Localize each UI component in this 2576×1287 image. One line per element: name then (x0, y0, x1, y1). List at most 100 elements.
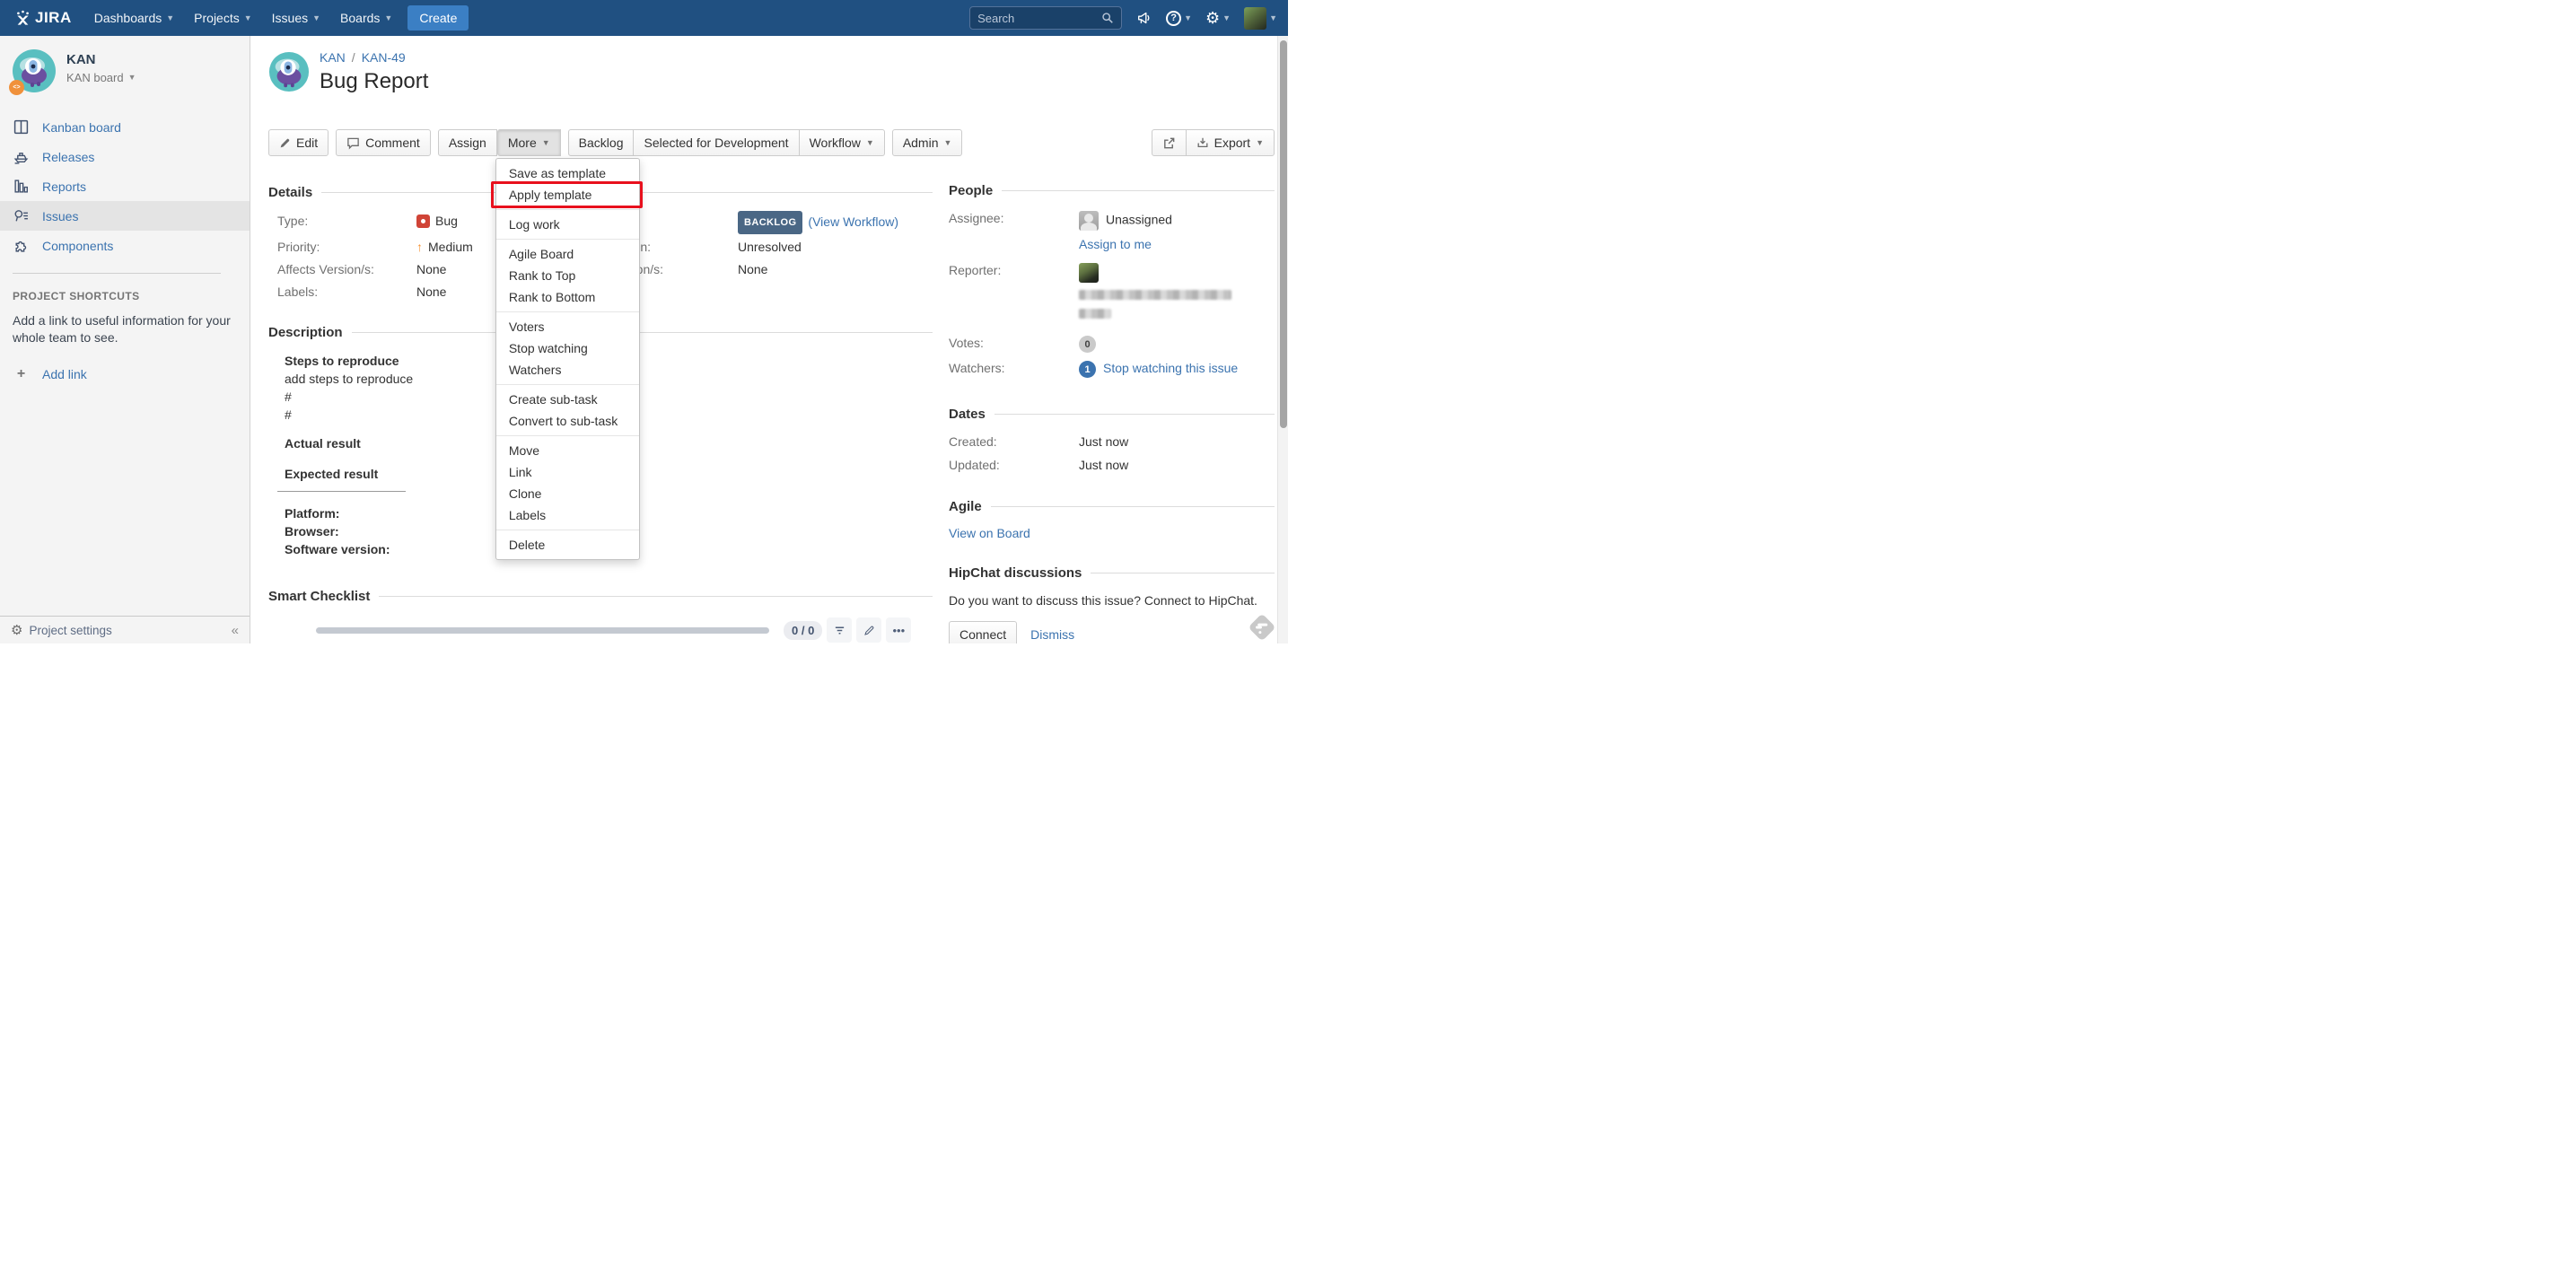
sidebar-item-issues[interactable]: Issues (0, 201, 250, 231)
export-button[interactable]: Export ▼ (1186, 129, 1275, 156)
nav-dashboards[interactable]: Dashboards▼ (84, 0, 184, 36)
menu-item-link[interactable]: Link (496, 461, 639, 483)
agile-heading: Agile (949, 499, 982, 514)
hipchat-connect-button[interactable]: Connect (949, 621, 1017, 644)
menu-item-stop-watching[interactable]: Stop watching (496, 337, 639, 359)
user-profile-menu[interactable]: ▼ (1244, 7, 1277, 30)
chevron-down-icon: ▼ (1269, 14, 1277, 22)
nav-boards[interactable]: Boards▼ (330, 0, 402, 36)
sidebar-item-label: Releases (42, 150, 94, 164)
kanban-board-icon (13, 118, 30, 136)
board-switcher-label: KAN board (66, 71, 124, 84)
checklist-more-button[interactable]: ••• (886, 617, 911, 643)
nav-projects-label: Projects (194, 11, 240, 25)
breadcrumb-project-link[interactable]: KAN (320, 50, 346, 65)
more-button[interactable]: More ▼ (497, 129, 561, 156)
priority-label: Priority: (277, 237, 416, 257)
backlog-label: Backlog (579, 136, 624, 150)
menu-item-clone[interactable]: Clone (496, 483, 639, 504)
backlog-button[interactable]: Backlog (568, 129, 635, 156)
nav-issues[interactable]: Issues▼ (262, 0, 330, 36)
page-scrollbar[interactable] (1277, 36, 1288, 644)
project-settings-label: Project settings (29, 624, 111, 637)
shortcuts-text: Add a link to useful information for you… (13, 312, 235, 346)
view-workflow-link[interactable]: (View Workflow) (808, 214, 898, 229)
unassigned-avatar (1079, 211, 1099, 231)
menu-item-apply-template[interactable]: Apply template (496, 184, 639, 206)
sidebar-item-label: Kanban board (42, 120, 121, 135)
menu-item-save-as-template[interactable]: Save as template (496, 162, 639, 184)
sidebar-item-reports[interactable]: Reports (0, 171, 250, 201)
dates-section: Dates Created: Just now Updated: Just no… (949, 407, 1275, 472)
chevron-down-icon: ▼ (1184, 14, 1192, 22)
menu-item-watchers[interactable]: Watchers (496, 359, 639, 381)
comment-button[interactable]: Comment (336, 129, 431, 156)
menu-item-rank-to-top[interactable]: Rank to Top (496, 265, 639, 286)
selected-for-development-button[interactable]: Selected for Development (633, 129, 799, 156)
chevron-down-icon: ▼ (944, 139, 952, 147)
sidebar-item-components[interactable]: Components (0, 231, 250, 260)
edit-button[interactable]: Edit (268, 129, 329, 156)
stop-watching-link[interactable]: Stop watching this issue (1103, 361, 1238, 375)
components-puzzle-icon (13, 237, 30, 254)
view-on-board-link[interactable]: View on Board (949, 526, 1030, 540)
menu-item-voters[interactable]: Voters (496, 316, 639, 337)
export-label: Export (1214, 136, 1250, 150)
assign-more-group: Assign More ▼ Save as template Apply tem… (438, 129, 561, 156)
admin-button[interactable]: Admin ▼ (892, 129, 963, 156)
more-label: More (508, 136, 537, 150)
search-icon[interactable] (1101, 12, 1114, 24)
edit-label: Edit (296, 136, 318, 150)
sidebar-item-releases[interactable]: Releases (0, 142, 250, 171)
jira-logo[interactable]: JIRA (14, 9, 72, 27)
project-avatar[interactable]: <> (13, 49, 56, 92)
search-box[interactable] (969, 6, 1122, 30)
nav-projects[interactable]: Projects▼ (184, 0, 262, 36)
section-rule (352, 332, 933, 333)
hipchat-heading: HipChat discussions (949, 565, 1082, 581)
sidebar-item-label: Components (42, 239, 113, 253)
breadcrumb-issue-link[interactable]: KAN-49 (362, 50, 406, 65)
help-menu[interactable]: ? ▼ (1166, 11, 1192, 26)
assign-to-me-link[interactable]: Assign to me (1079, 237, 1152, 251)
assignee-label: Assignee: (949, 211, 1079, 225)
selected-for-development-label: Selected for Development (644, 136, 788, 150)
description-heading: Description (268, 325, 343, 340)
votes-value[interactable]: 0 (1079, 336, 1275, 353)
collapse-sidebar-icon[interactable]: « (232, 623, 239, 638)
menu-item-rank-to-bottom[interactable]: Rank to Bottom (496, 286, 639, 308)
chevron-down-icon: ▼ (166, 14, 174, 22)
add-link-button[interactable]: + Add link (13, 366, 235, 382)
menu-item-apply-template-label: Apply template (509, 188, 592, 202)
create-button[interactable]: Create (407, 5, 469, 31)
checklist-filter-button[interactable] (827, 617, 852, 643)
admin-settings-menu[interactable]: ⚙ ▼ (1205, 10, 1231, 26)
menu-item-log-work[interactable]: Log work (496, 214, 639, 235)
hipchat-dismiss-link[interactable]: Dismiss (1030, 627, 1074, 642)
fix-version-value: None (738, 259, 933, 279)
menu-item-delete[interactable]: Delete (496, 534, 639, 556)
menu-item-create-sub-task[interactable]: Create sub-task (496, 389, 639, 410)
share-button[interactable] (1152, 129, 1187, 156)
megaphone-icon (1136, 10, 1152, 26)
page-title: Bug Report (320, 69, 428, 94)
chevron-down-icon: ▼ (1256, 139, 1264, 147)
scrollbar-thumb[interactable] (1280, 40, 1287, 428)
nav-issues-label: Issues (272, 11, 308, 25)
announcements-button[interactable] (1136, 10, 1152, 26)
workflow-button[interactable]: Workflow ▼ (799, 129, 885, 156)
menu-section-subtask: Create sub-task Convert to sub-task (496, 384, 639, 435)
project-settings-button[interactable]: ⚙ Project settings « (0, 616, 250, 644)
details-heading: Details (268, 185, 312, 200)
assign-button[interactable]: Assign (438, 129, 497, 156)
menu-item-agile-board[interactable]: Agile Board (496, 243, 639, 265)
search-input[interactable] (977, 12, 1101, 25)
menu-item-convert-to-sub-task[interactable]: Convert to sub-task (496, 410, 639, 432)
created-value: Just now (1079, 434, 1275, 449)
checklist-edit-button[interactable] (856, 617, 881, 643)
board-switcher[interactable]: KAN board ▼ (66, 71, 136, 84)
menu-item-labels[interactable]: Labels (496, 504, 639, 526)
sidebar-item-kanban-board[interactable]: Kanban board (0, 112, 250, 142)
add-link-label: Add link (42, 367, 87, 381)
menu-item-move[interactable]: Move (496, 440, 639, 461)
